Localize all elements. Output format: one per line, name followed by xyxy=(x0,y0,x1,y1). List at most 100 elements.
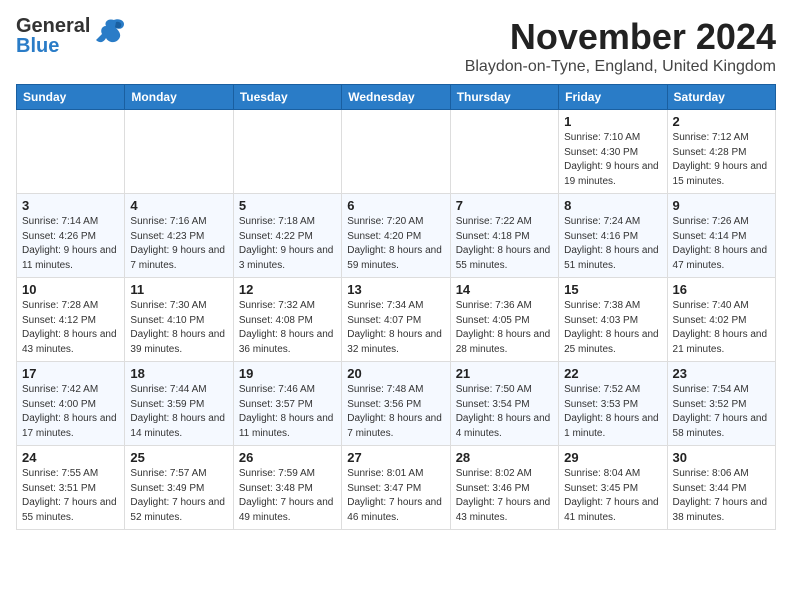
day-number: 26 xyxy=(239,450,336,465)
calendar-cell: 4 Sunrise: 7:16 AM Sunset: 4:23 PM Daylig… xyxy=(125,194,233,278)
header-wednesday: Wednesday xyxy=(342,85,450,110)
day-number: 13 xyxy=(347,282,444,297)
day-info: Sunrise: 7:20 AM Sunset: 4:20 PM Dayligh… xyxy=(347,215,444,273)
calendar-cell: 21Sunrise: 7:50 AM Sunset: 3:54 PM Dayli… xyxy=(450,362,558,446)
calendar-cell: 20 Sunrise: 7:48 AM Sunset: 3:56 PM Dayli… xyxy=(342,362,450,446)
day-info: Sunrise: 7:46 AM Sunset: 3:57 PM Dayligh… xyxy=(239,383,336,441)
day-info: Sunrise: 7:10 AM Sunset: 4:30 PM Dayligh… xyxy=(564,131,661,189)
day-info: Sunrise: 7:54 AM Sunset: 3:52 PM Dayligh… xyxy=(673,383,770,441)
calendar-cell: 7 Sunrise: 7:22 AM Sunset: 4:18 PM Daylig… xyxy=(450,194,558,278)
day-number: 9 xyxy=(673,198,770,213)
day-info: Sunrise: 7:48 AM Sunset: 3:56 PM Dayligh… xyxy=(347,383,444,441)
location-title: Blaydon-on-Tyne, England, United Kingdom xyxy=(465,58,776,76)
day-info: Sunrise: 7:52 AM Sunset: 3:53 PM Dayligh… xyxy=(564,383,661,441)
header-sunday: Sunday xyxy=(17,85,125,110)
calendar-cell: 11Sunrise: 7:30 AM Sunset: 4:10 PM Dayli… xyxy=(125,278,233,362)
day-number: 22 xyxy=(564,366,661,381)
day-info: Sunrise: 7:24 AM Sunset: 4:16 PM Dayligh… xyxy=(564,215,661,273)
day-number: 4 xyxy=(130,198,227,213)
calendar-cell: 13 Sunrise: 7:34 AM Sunset: 4:07 PM Dayli… xyxy=(342,278,450,362)
calendar-cell: 25 Sunrise: 7:57 AM Sunset: 3:49 PM Dayli… xyxy=(125,446,233,530)
day-info: Sunrise: 7:14 AM Sunset: 4:26 PM Dayligh… xyxy=(22,215,119,273)
day-number: 30 xyxy=(673,450,770,465)
day-info: Sunrise: 7:38 AM Sunset: 4:03 PM Dayligh… xyxy=(564,299,661,357)
calendar-cell: 6Sunrise: 7:20 AM Sunset: 4:20 PM Daylig… xyxy=(342,194,450,278)
day-info: Sunrise: 7:12 AM Sunset: 4:28 PM Dayligh… xyxy=(673,131,770,189)
calendar-cell: 2 Sunrise: 7:12 AM Sunset: 4:28 PM Daylig… xyxy=(667,110,775,194)
calendar-cell xyxy=(233,110,341,194)
day-info: Sunrise: 8:01 AM Sunset: 3:47 PM Dayligh… xyxy=(347,467,444,525)
day-info: Sunrise: 7:57 AM Sunset: 3:49 PM Dayligh… xyxy=(130,467,227,525)
day-info: Sunrise: 7:18 AM Sunset: 4:22 PM Dayligh… xyxy=(239,215,336,273)
day-number: 5 xyxy=(239,198,336,213)
calendar-cell: 30 Sunrise: 8:06 AM Sunset: 3:44 PM Dayli… xyxy=(667,446,775,530)
calendar-cell: 24 Sunrise: 7:55 AM Sunset: 3:51 PM Dayli… xyxy=(17,446,125,530)
day-info: Sunrise: 7:42 AM Sunset: 4:00 PM Dayligh… xyxy=(22,383,119,441)
day-info: Sunrise: 7:34 AM Sunset: 4:07 PM Dayligh… xyxy=(347,299,444,357)
calendar-cell: 15 Sunrise: 7:38 AM Sunset: 4:03 PM Dayli… xyxy=(559,278,667,362)
calendar-cell: 3Sunrise: 7:14 AM Sunset: 4:26 PM Daylig… xyxy=(17,194,125,278)
day-number: 11 xyxy=(130,282,227,297)
day-number: 20 xyxy=(347,366,444,381)
header-monday: Monday xyxy=(125,85,233,110)
day-number: 23 xyxy=(673,366,770,381)
day-number: 28 xyxy=(456,450,553,465)
day-info: Sunrise: 7:28 AM Sunset: 4:12 PM Dayligh… xyxy=(22,299,119,357)
day-info: Sunrise: 7:59 AM Sunset: 3:48 PM Dayligh… xyxy=(239,467,336,525)
calendar-cell: 16Sunrise: 7:40 AM Sunset: 4:02 PM Dayli… xyxy=(667,278,775,362)
day-number: 18 xyxy=(130,366,227,381)
calendar-cell: 10 Sunrise: 7:28 AM Sunset: 4:12 PM Dayli… xyxy=(17,278,125,362)
calendar-week-row: 10 Sunrise: 7:28 AM Sunset: 4:12 PM Dayli… xyxy=(17,278,776,362)
day-number: 10 xyxy=(22,282,119,297)
day-number: 17 xyxy=(22,366,119,381)
day-number: 24 xyxy=(22,450,119,465)
day-number: 8 xyxy=(564,198,661,213)
calendar-cell: 9 Sunrise: 7:26 AM Sunset: 4:14 PM Daylig… xyxy=(667,194,775,278)
day-info: Sunrise: 8:06 AM Sunset: 3:44 PM Dayligh… xyxy=(673,467,770,525)
calendar-cell: 8 Sunrise: 7:24 AM Sunset: 4:16 PM Daylig… xyxy=(559,194,667,278)
day-number: 1 xyxy=(564,114,661,129)
day-info: Sunrise: 8:02 AM Sunset: 3:46 PM Dayligh… xyxy=(456,467,553,525)
day-number: 25 xyxy=(130,450,227,465)
title-area: November 2024 Blaydon-on-Tyne, England, … xyxy=(465,16,776,76)
day-info: Sunrise: 7:26 AM Sunset: 4:14 PM Dayligh… xyxy=(673,215,770,273)
calendar-cell: 5 Sunrise: 7:18 AM Sunset: 4:22 PM Daylig… xyxy=(233,194,341,278)
calendar-cell xyxy=(450,110,558,194)
day-number: 12 xyxy=(239,282,336,297)
page-header: General Blue November 2024 Blaydon-on-Ty… xyxy=(16,16,776,76)
header-saturday: Saturday xyxy=(667,85,775,110)
calendar-cell: 14Sunrise: 7:36 AM Sunset: 4:05 PM Dayli… xyxy=(450,278,558,362)
calendar-cell: 22 Sunrise: 7:52 AM Sunset: 3:53 PM Dayli… xyxy=(559,362,667,446)
day-info: Sunrise: 7:32 AM Sunset: 4:08 PM Dayligh… xyxy=(239,299,336,357)
calendar-cell: 12 Sunrise: 7:32 AM Sunset: 4:08 PM Dayli… xyxy=(233,278,341,362)
header-friday: Friday xyxy=(559,85,667,110)
day-number: 15 xyxy=(564,282,661,297)
day-number: 29 xyxy=(564,450,661,465)
calendar-cell xyxy=(17,110,125,194)
logo-blue: Blue xyxy=(16,36,90,56)
calendar-week-row: 17 Sunrise: 7:42 AM Sunset: 4:00 PM Dayli… xyxy=(17,362,776,446)
day-info: Sunrise: 7:44 AM Sunset: 3:59 PM Dayligh… xyxy=(130,383,227,441)
day-info: Sunrise: 7:55 AM Sunset: 3:51 PM Dayligh… xyxy=(22,467,119,525)
day-number: 16 xyxy=(673,282,770,297)
calendar-cell: 29 Sunrise: 8:04 AM Sunset: 3:45 PM Dayli… xyxy=(559,446,667,530)
day-number: 19 xyxy=(239,366,336,381)
header-thursday: Thursday xyxy=(450,85,558,110)
calendar-cell: 18 Sunrise: 7:44 AM Sunset: 3:59 PM Dayli… xyxy=(125,362,233,446)
calendar-cell xyxy=(342,110,450,194)
day-info: Sunrise: 7:16 AM Sunset: 4:23 PM Dayligh… xyxy=(130,215,227,273)
calendar-cell: 23 Sunrise: 7:54 AM Sunset: 3:52 PM Dayli… xyxy=(667,362,775,446)
calendar-week-row: 1 Sunrise: 7:10 AM Sunset: 4:30 PM Daylig… xyxy=(17,110,776,194)
calendar-cell: 19 Sunrise: 7:46 AM Sunset: 3:57 PM Dayli… xyxy=(233,362,341,446)
calendar-header-row: SundayMondayTuesdayWednesdayThursdayFrid… xyxy=(17,85,776,110)
day-info: Sunrise: 8:04 AM Sunset: 3:45 PM Dayligh… xyxy=(564,467,661,525)
day-number: 7 xyxy=(456,198,553,213)
header-tuesday: Tuesday xyxy=(233,85,341,110)
day-number: 27 xyxy=(347,450,444,465)
day-info: Sunrise: 7:22 AM Sunset: 4:18 PM Dayligh… xyxy=(456,215,553,273)
day-number: 2 xyxy=(673,114,770,129)
calendar-cell: 27 Sunrise: 8:01 AM Sunset: 3:47 PM Dayli… xyxy=(342,446,450,530)
day-info: Sunrise: 7:50 AM Sunset: 3:54 PM Dayligh… xyxy=(456,383,553,441)
calendar-cell xyxy=(125,110,233,194)
day-info: Sunrise: 7:36 AM Sunset: 4:05 PM Dayligh… xyxy=(456,299,553,357)
